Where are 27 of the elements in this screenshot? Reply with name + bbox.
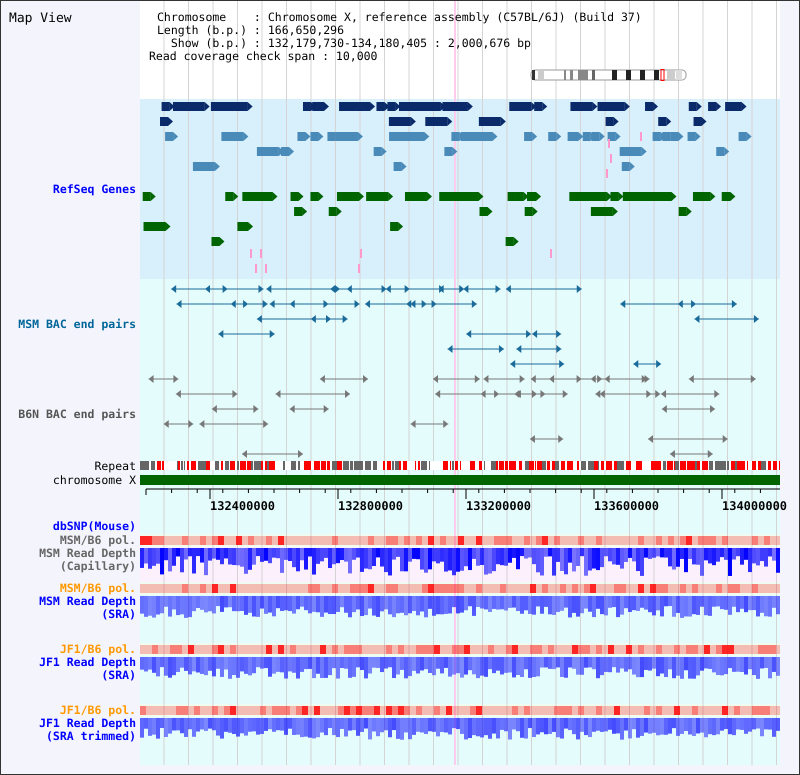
coverage-span-text: Read coverage check span : 10,000	[149, 50, 378, 63]
track-label: chromosome X	[52, 474, 136, 486]
view-title: Map View	[8, 10, 73, 28]
track-label: MSM/B6 pol.	[60, 534, 136, 547]
track-label: dbSNP(Mouse)	[52, 520, 136, 533]
track-label: Repeat	[94, 460, 136, 472]
track-label: RefSeq Genes	[52, 182, 136, 196]
info-label: Show (b.p.) :	[170, 37, 262, 50]
track-label: JF1/B6 pol.	[60, 704, 136, 717]
track-label: JF1 Read Depth (SRA trimmed)	[39, 717, 136, 743]
info-value: 132,179,730-134,180,405 : 2,000,676 bp	[268, 37, 532, 50]
info-value: Chromosome X, reference assembly (C57BL/6J) (Build 37)	[268, 11, 642, 24]
track-label: B6N BAC end pairs	[18, 408, 136, 420]
axis-label: 132400000	[210, 499, 276, 513]
track-label: MSM Read Depth (SRA)	[39, 595, 136, 621]
axis-label: 133200000	[466, 499, 532, 513]
axis-label: 132800000	[338, 499, 404, 513]
axis-label: 134000000	[722, 499, 788, 513]
track-label: JF1 Read Depth (SRA)	[39, 656, 136, 682]
track-label: MSM Read Depth (Capillary)	[39, 547, 136, 573]
axis-label: 133600000	[594, 499, 660, 513]
info-label: Chromosome :	[157, 11, 262, 24]
track-label: MSM/B6 pol.	[60, 582, 136, 595]
info-value: 166,650,296	[268, 24, 346, 37]
track-label: MSM BAC end pairs	[18, 318, 136, 330]
track-label: JF1/B6 pol.	[60, 643, 136, 656]
info-label: Length (b.p.) :	[157, 24, 262, 37]
